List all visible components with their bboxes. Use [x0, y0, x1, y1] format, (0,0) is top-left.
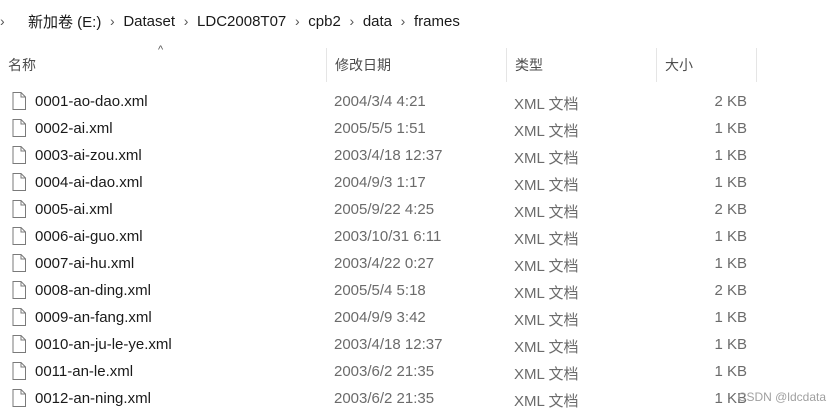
- chevron-right-icon[interactable]: ›: [179, 13, 193, 29]
- file-row[interactable]: 0007-ai-hu.xml 2003/4/22 0:27 XML 文档 1 KB: [0, 250, 840, 277]
- file-size: 1 KB: [714, 228, 747, 245]
- file-date: 2005/5/4 5:18: [334, 282, 426, 299]
- file-name: 0006-ai-guo.xml: [35, 228, 143, 245]
- file-type: XML 文档: [514, 339, 579, 356]
- file-row[interactable]: 0008-an-ding.xml 2005/5/4 5:18 XML 文档 2 KB: [0, 277, 840, 304]
- file-date: 2003/6/2 21:35: [334, 363, 435, 380]
- file-date: 2005/9/22 4:25: [334, 201, 435, 218]
- document-icon: [12, 308, 26, 326]
- file-type: XML 文档: [514, 150, 579, 167]
- file-size: 1 KB: [714, 174, 747, 191]
- file-row[interactable]: 0002-ai.xml 2005/5/5 1:51 XML 文档 1 KB: [0, 115, 840, 142]
- file-date: 2004/9/9 3:42: [334, 309, 426, 326]
- file-date: 2003/4/22 0:27: [334, 255, 435, 272]
- document-icon: [12, 146, 26, 164]
- breadcrumb-frames[interactable]: frames: [410, 13, 464, 30]
- file-name: 0010-an-ju-le-ye.xml: [35, 336, 172, 353]
- file-size: 1 KB: [714, 255, 747, 272]
- document-icon: [12, 389, 26, 407]
- file-name: 0001-ao-dao.xml: [35, 93, 148, 110]
- file-date: 2003/4/18 12:37: [334, 336, 443, 353]
- file-date: 2004/9/3 1:17: [334, 174, 426, 191]
- chevron-right-icon[interactable]: ›: [345, 13, 359, 29]
- breadcrumb-data[interactable]: data: [359, 13, 396, 30]
- watermark: CSDN @ldcdata: [737, 390, 826, 404]
- file-name: 0002-ai.xml: [35, 120, 113, 137]
- file-row[interactable]: 0003-ai-zou.xml 2003/4/18 12:37 XML 文档 1 KB: [0, 142, 840, 169]
- breadcrumb-cpb2[interactable]: cpb2: [304, 13, 345, 30]
- file-size: 1 KB: [714, 309, 747, 326]
- chevron-right-icon[interactable]: ›: [105, 13, 119, 29]
- file-type: XML 文档: [514, 285, 579, 302]
- file-size: 1 KB: [714, 120, 747, 137]
- column-header-type[interactable]: 类型: [507, 48, 657, 82]
- column-header-name[interactable]: 名称: [0, 48, 327, 82]
- file-row[interactable]: 0010-an-ju-le-ye.xml 2003/4/18 12:37 XML 文…: [0, 331, 840, 358]
- file-name: 0007-ai-hu.xml: [35, 255, 135, 272]
- file-name: 0011-an-le.xml: [35, 363, 134, 380]
- file-name: 0003-ai-zou.xml: [35, 147, 142, 164]
- file-name: 0012-an-ning.xml: [35, 390, 151, 407]
- file-row[interactable]: 0006-ai-guo.xml 2003/10/31 6:11 XML 文档 1 KB: [0, 223, 840, 250]
- file-size: 1 KB: [714, 363, 747, 380]
- file-type: XML 文档: [514, 204, 579, 221]
- file-row[interactable]: 0001-ao-dao.xml 2004/3/4 4:21 XML 文档 2 KB: [0, 88, 840, 115]
- column-header-size[interactable]: 大小: [657, 48, 757, 82]
- document-icon: [12, 362, 26, 380]
- column-header-date[interactable]: 修改日期: [327, 48, 507, 82]
- file-name: 0009-an-fang.xml: [35, 309, 152, 326]
- file-date: 2003/6/2 21:35: [334, 390, 435, 407]
- file-size: 1 KB: [714, 336, 747, 353]
- file-type: XML 文档: [514, 258, 579, 275]
- breadcrumb-drive[interactable]: 新加卷 (E:): [0, 11, 105, 32]
- file-name: 0005-ai.xml: [35, 201, 113, 218]
- file-type: XML 文档: [514, 231, 579, 248]
- file-row[interactable]: 0012-an-ning.xml 2003/6/2 21:35 XML 文档 1 KB: [0, 385, 840, 412]
- document-icon: [12, 254, 26, 272]
- file-date: 2003/4/18 12:37: [334, 147, 443, 164]
- file-row[interactable]: 0011-an-le.xml 2003/6/2 21:35 XML 文档 1 KB: [0, 358, 840, 385]
- file-name: 0008-an-ding.xml: [35, 282, 151, 299]
- chevron-right-icon[interactable]: ›: [0, 13, 10, 29]
- column-header-row: 名称 修改日期 类型 大小: [0, 48, 840, 82]
- file-list: 0001-ao-dao.xml 2004/3/4 4:21 XML 文档 2 KB 00…: [0, 88, 840, 412]
- document-icon: [12, 281, 26, 299]
- file-size: 2 KB: [714, 282, 747, 299]
- file-type: XML 文档: [514, 393, 579, 410]
- file-name: 0004-ai-dao.xml: [35, 174, 143, 191]
- breadcrumb-ldc[interactable]: LDC2008T07: [193, 13, 290, 30]
- address-bar[interactable]: › 新加卷 (E:) › Dataset › LDC2008T07 › cpb2…: [0, 0, 840, 42]
- file-date: 2003/10/31 6:11: [334, 228, 442, 245]
- file-size: 1 KB: [714, 147, 747, 164]
- file-size: 2 KB: [714, 93, 747, 110]
- file-row[interactable]: 0005-ai.xml 2005/9/22 4:25 XML 文档 2 KB: [0, 196, 840, 223]
- file-date: 2004/3/4 4:21: [334, 93, 426, 110]
- file-date: 2005/5/5 1:51: [334, 120, 426, 137]
- file-type: XML 文档: [514, 123, 579, 140]
- document-icon: [12, 92, 26, 110]
- document-icon: [12, 119, 26, 137]
- document-icon: [12, 200, 26, 218]
- document-icon: [12, 335, 26, 353]
- file-size: 2 KB: [714, 201, 747, 218]
- file-type: XML 文档: [514, 177, 579, 194]
- document-icon: [12, 173, 26, 191]
- breadcrumb-dataset[interactable]: Dataset: [119, 13, 179, 30]
- chevron-right-icon[interactable]: ›: [396, 13, 410, 29]
- file-type: XML 文档: [514, 96, 579, 113]
- file-row[interactable]: 0004-ai-dao.xml 2004/9/3 1:17 XML 文档 1 KB: [0, 169, 840, 196]
- file-row[interactable]: 0009-an-fang.xml 2004/9/9 3:42 XML 文档 1 KB: [0, 304, 840, 331]
- chevron-right-icon[interactable]: ›: [290, 13, 304, 29]
- file-type: XML 文档: [514, 366, 579, 383]
- file-type: XML 文档: [514, 312, 579, 329]
- document-icon: [12, 227, 26, 245]
